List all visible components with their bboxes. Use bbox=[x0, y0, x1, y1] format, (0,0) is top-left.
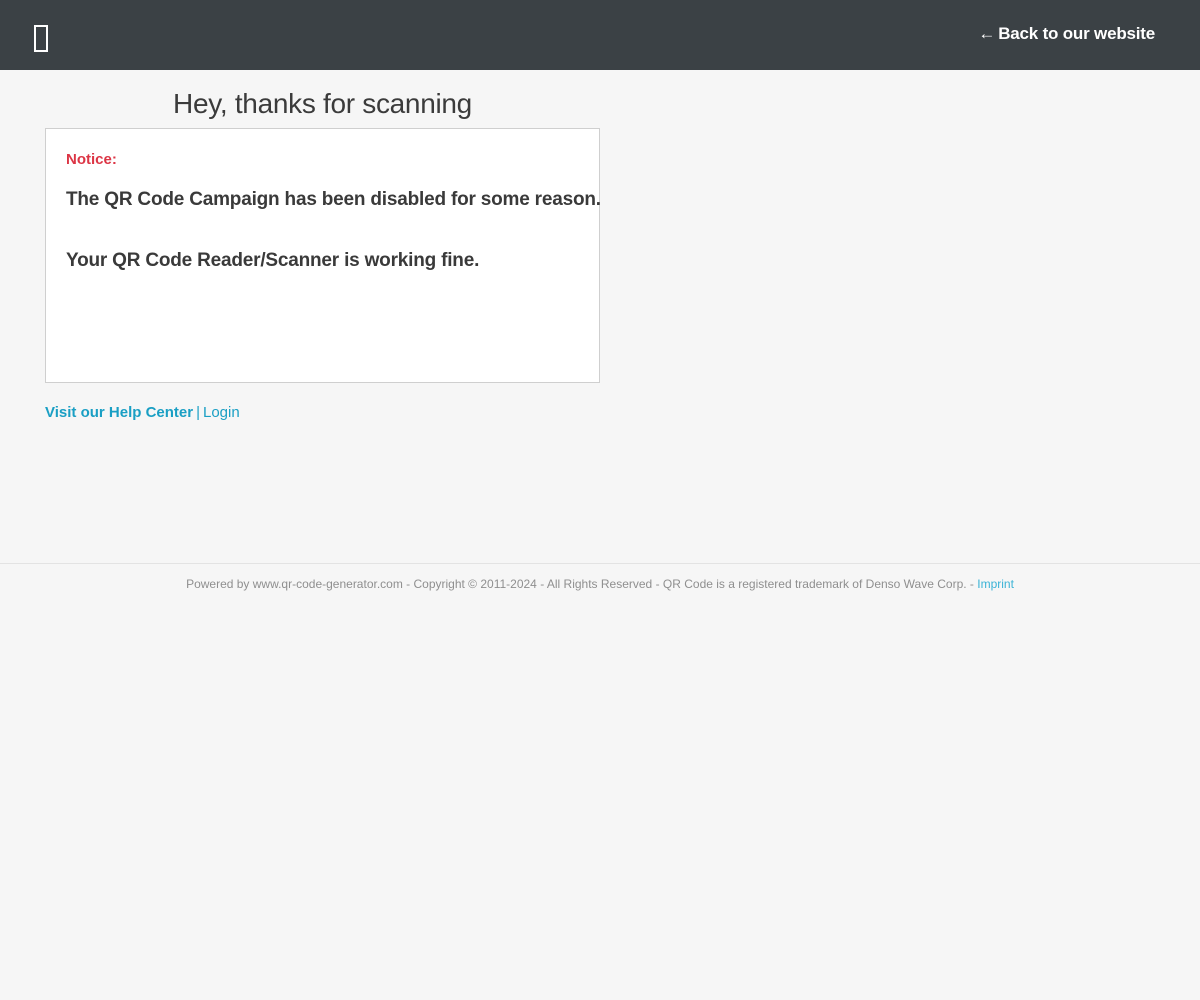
footer: Powered by www.qr-code-generator.com - C… bbox=[0, 577, 1200, 591]
back-to-website-label: Back to our website bbox=[998, 24, 1155, 43]
help-links: Visit our Help Center | Login bbox=[45, 404, 240, 421]
top-header-bar: ← Back to our website bbox=[0, 0, 1200, 70]
blank-rectangle-icon bbox=[34, 25, 48, 52]
footer-copyright-text: Powered by www.qr-code-generator.com - C… bbox=[186, 577, 978, 591]
link-separator: | bbox=[196, 404, 200, 421]
notice-label: Notice: bbox=[66, 151, 117, 168]
page-title: Hey, thanks for scanning bbox=[173, 88, 472, 119]
imprint-link[interactable]: Imprint bbox=[977, 577, 1014, 591]
help-center-link[interactable]: Visit our Help Center bbox=[45, 404, 193, 421]
notice-message-scanner-ok: Your QR Code Reader/Scanner is working f… bbox=[66, 250, 480, 271]
login-link[interactable]: Login bbox=[203, 404, 240, 421]
footer-divider bbox=[0, 563, 1200, 564]
left-arrow-icon: ← bbox=[978, 24, 996, 43]
notice-box: Notice: The QR Code Campaign has been di… bbox=[45, 128, 601, 383]
back-to-website-link[interactable]: ← Back to our website bbox=[978, 24, 1155, 44]
notice-message-disabled: The QR Code Campaign has been disabled f… bbox=[66, 189, 601, 210]
